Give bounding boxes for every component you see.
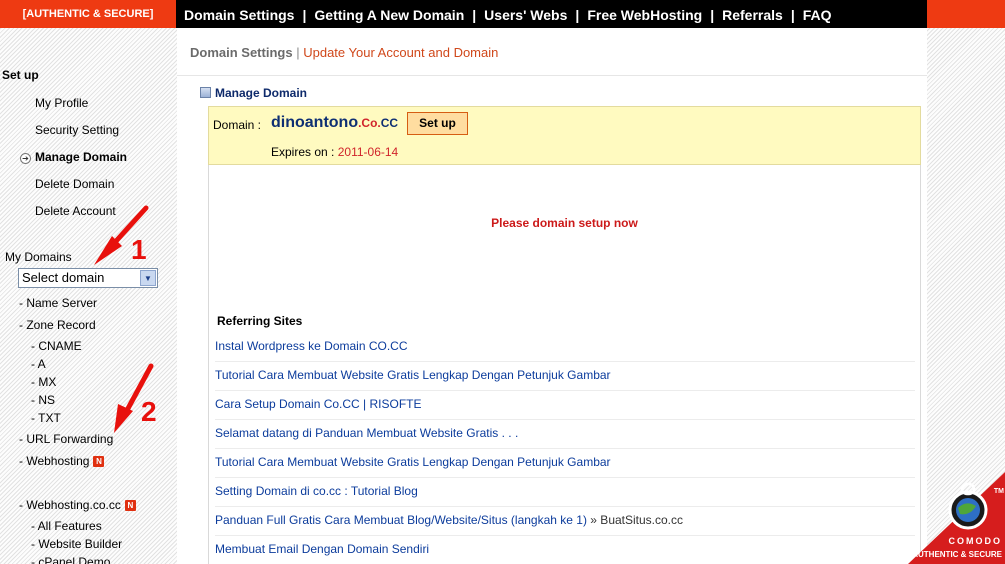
nav-domain-settings[interactable]: Domain Settings — [184, 7, 294, 23]
referring-site-suffix: » BuatSitus.co.cc — [586, 513, 684, 527]
breadcrumb-separator: | — [296, 45, 300, 60]
list-item: Setting Domain di co.cc : Tutorial Blog — [215, 478, 915, 507]
nav-separator: | — [790, 7, 795, 23]
new-badge-icon: N — [124, 500, 136, 511]
brand-banner: [AUTHENTIC & SECURE] — [0, 0, 176, 28]
referring-sites-list: Instal Wordpress ke Domain CO.CC Tutorial… — [215, 333, 915, 564]
referring-site-link[interactable]: Tutorial Cara Membuat Website Gratis Len… — [215, 455, 611, 469]
domain-label: Domain : — [213, 118, 262, 132]
referring-site-link[interactable]: Selamat datang di Panduan Membuat Websit… — [215, 426, 518, 440]
setup-button[interactable]: Set up — [407, 112, 468, 135]
nav-faq[interactable]: FAQ — [803, 7, 832, 23]
top-navigation-bar: [AUTHENTIC & SECURE] Domain Settings | Get… — [0, 0, 1005, 28]
tree-cname[interactable]: - CNAME — [31, 339, 82, 353]
tree-all-features[interactable]: - All Features — [31, 519, 102, 533]
tree-a[interactable]: - A — [31, 357, 46, 371]
topbar-accent-block — [927, 0, 1005, 28]
new-badge-icon: N — [93, 456, 105, 467]
sidebar-item-delete-account[interactable]: Delete Account — [35, 204, 116, 218]
divider — [177, 75, 927, 76]
tree-webhosting-cocc[interactable]: - Webhosting.co.cc N — [19, 498, 136, 512]
referring-site-link[interactable]: Cara Setup Domain Co.CC | RISOFTE — [215, 397, 422, 411]
tree-name-server[interactable]: - Name Server — [19, 296, 97, 310]
expires-info: Expires on : 2011-06-14 — [271, 145, 398, 159]
list-item: Membuat Email Dengan Domain Sendiri — [215, 536, 915, 564]
sidebar-item-label: Manage Domain — [35, 150, 128, 164]
nav-separator: | — [472, 7, 477, 23]
list-item: Selamat datang di Panduan Membuat Websit… — [215, 420, 915, 449]
sidebar-item-security-setting[interactable]: Security Setting — [35, 123, 119, 137]
domain-content-box: Please domain setup now Referring Sites … — [208, 165, 921, 564]
main-nav: Domain Settings | Getting A New Domain | Use… — [184, 0, 832, 28]
annotation-number-1: 1 — [131, 234, 147, 265]
list-item: Instal Wordpress ke Domain CO.CC — [215, 333, 915, 362]
tree-website-builder[interactable]: - Website Builder — [31, 537, 122, 551]
main-panel: Domain Settings | Update Your Account an… — [177, 28, 927, 564]
referring-site-link[interactable]: Setting Domain di co.cc : Tutorial Blog — [215, 484, 418, 498]
seal-trademark: TM — [993, 488, 1004, 495]
setup-heading: Set up — [2, 68, 39, 82]
nav-separator: | — [302, 7, 307, 23]
referring-site-link[interactable]: Panduan Full Gratis Cara Membuat Blog/We… — [215, 513, 587, 527]
sidebar-item-manage-domain[interactable]: ➔ Manage Domain — [20, 150, 127, 164]
arrow-right-icon: ➔ — [20, 153, 31, 164]
breadcrumb-section[interactable]: Domain Settings — [190, 45, 293, 60]
domain-name: dinoantono.Co.CC — [271, 114, 398, 132]
tree-zone-record[interactable]: - Zone Record — [19, 318, 96, 332]
panel-icon — [200, 87, 211, 98]
chevron-down-icon[interactable]: ▼ — [140, 270, 156, 286]
seal-brand: COMODO — [948, 536, 1002, 546]
referring-site-link[interactable]: Tutorial Cara Membuat Website Gratis Len… — [215, 368, 611, 382]
referring-sites-title: Referring Sites — [217, 314, 303, 328]
my-domains-label: My Domains — [5, 250, 72, 264]
sidebar-item-my-profile[interactable]: My Profile — [35, 96, 88, 110]
nav-separator: | — [575, 7, 580, 23]
tree-webhosting-cocc-label: - Webhosting.co.cc — [19, 498, 121, 512]
tree-txt[interactable]: - TXT — [31, 411, 61, 425]
nav-separator: | — [710, 7, 715, 23]
comodo-seal[interactable]: TM COMODO AUTHENTIC & SECURE — [908, 472, 1005, 564]
nav-users-webs[interactable]: Users' Webs — [484, 7, 567, 23]
tree-ns[interactable]: - NS — [31, 393, 55, 407]
list-item: Cara Setup Domain Co.CC | RISOFTE — [215, 391, 915, 420]
nav-getting-new-domain[interactable]: Getting A New Domain — [314, 7, 464, 23]
tree-webhosting-label: - Webhosting — [19, 454, 90, 468]
domain-summary-box: Domain : dinoantono.Co.CC Set up Expires… — [208, 106, 921, 165]
domain-select[interactable]: Select domain ▼ — [18, 268, 158, 288]
tree-mx[interactable]: - MX — [31, 375, 56, 389]
domain-select-value: Select domain — [22, 270, 105, 285]
referring-site-link[interactable]: Membuat Email Dengan Domain Sendiri — [215, 542, 429, 556]
seal-tagline: AUTHENTIC & SECURE — [912, 550, 1002, 559]
sidebar-item-delete-domain[interactable]: Delete Domain — [35, 177, 114, 191]
expires-label: Expires on : — [271, 145, 335, 159]
manage-domain-title-text: Manage Domain — [215, 86, 308, 100]
domain-name-cc: CC — [380, 116, 399, 130]
domain-name-base: dinoantono — [271, 114, 359, 131]
setup-notice: Please domain setup now — [491, 216, 638, 230]
annotation-number-2: 2 — [141, 396, 157, 427]
tree-url-forwarding[interactable]: - URL Forwarding — [19, 432, 113, 446]
referring-site-link[interactable]: Instal Wordpress ke Domain CO.CC — [215, 339, 408, 353]
expires-date: 2011-06-14 — [337, 145, 399, 159]
breadcrumb-current: Update Your Account and Domain — [303, 45, 499, 60]
manage-domain-title: Manage Domain — [200, 86, 307, 100]
list-item: Panduan Full Gratis Cara Membuat Blog/We… — [215, 507, 915, 536]
domain-name-co: .Co. — [358, 116, 381, 130]
list-item: Tutorial Cara Membuat Website Gratis Len… — [215, 362, 915, 391]
breadcrumb: Domain Settings | Update Your Account an… — [190, 45, 498, 60]
tree-webhosting[interactable]: - Webhosting N — [19, 454, 105, 468]
sidebar: Set up My Profile Security Setting ➔ Mana… — [0, 28, 177, 564]
tree-cpanel-demo[interactable]: - cPanel Demo — [31, 555, 110, 564]
list-item: Tutorial Cara Membuat Website Gratis Len… — [215, 449, 915, 478]
nav-free-webhosting[interactable]: Free WebHosting — [587, 7, 702, 23]
nav-referrals[interactable]: Referrals — [722, 7, 783, 23]
